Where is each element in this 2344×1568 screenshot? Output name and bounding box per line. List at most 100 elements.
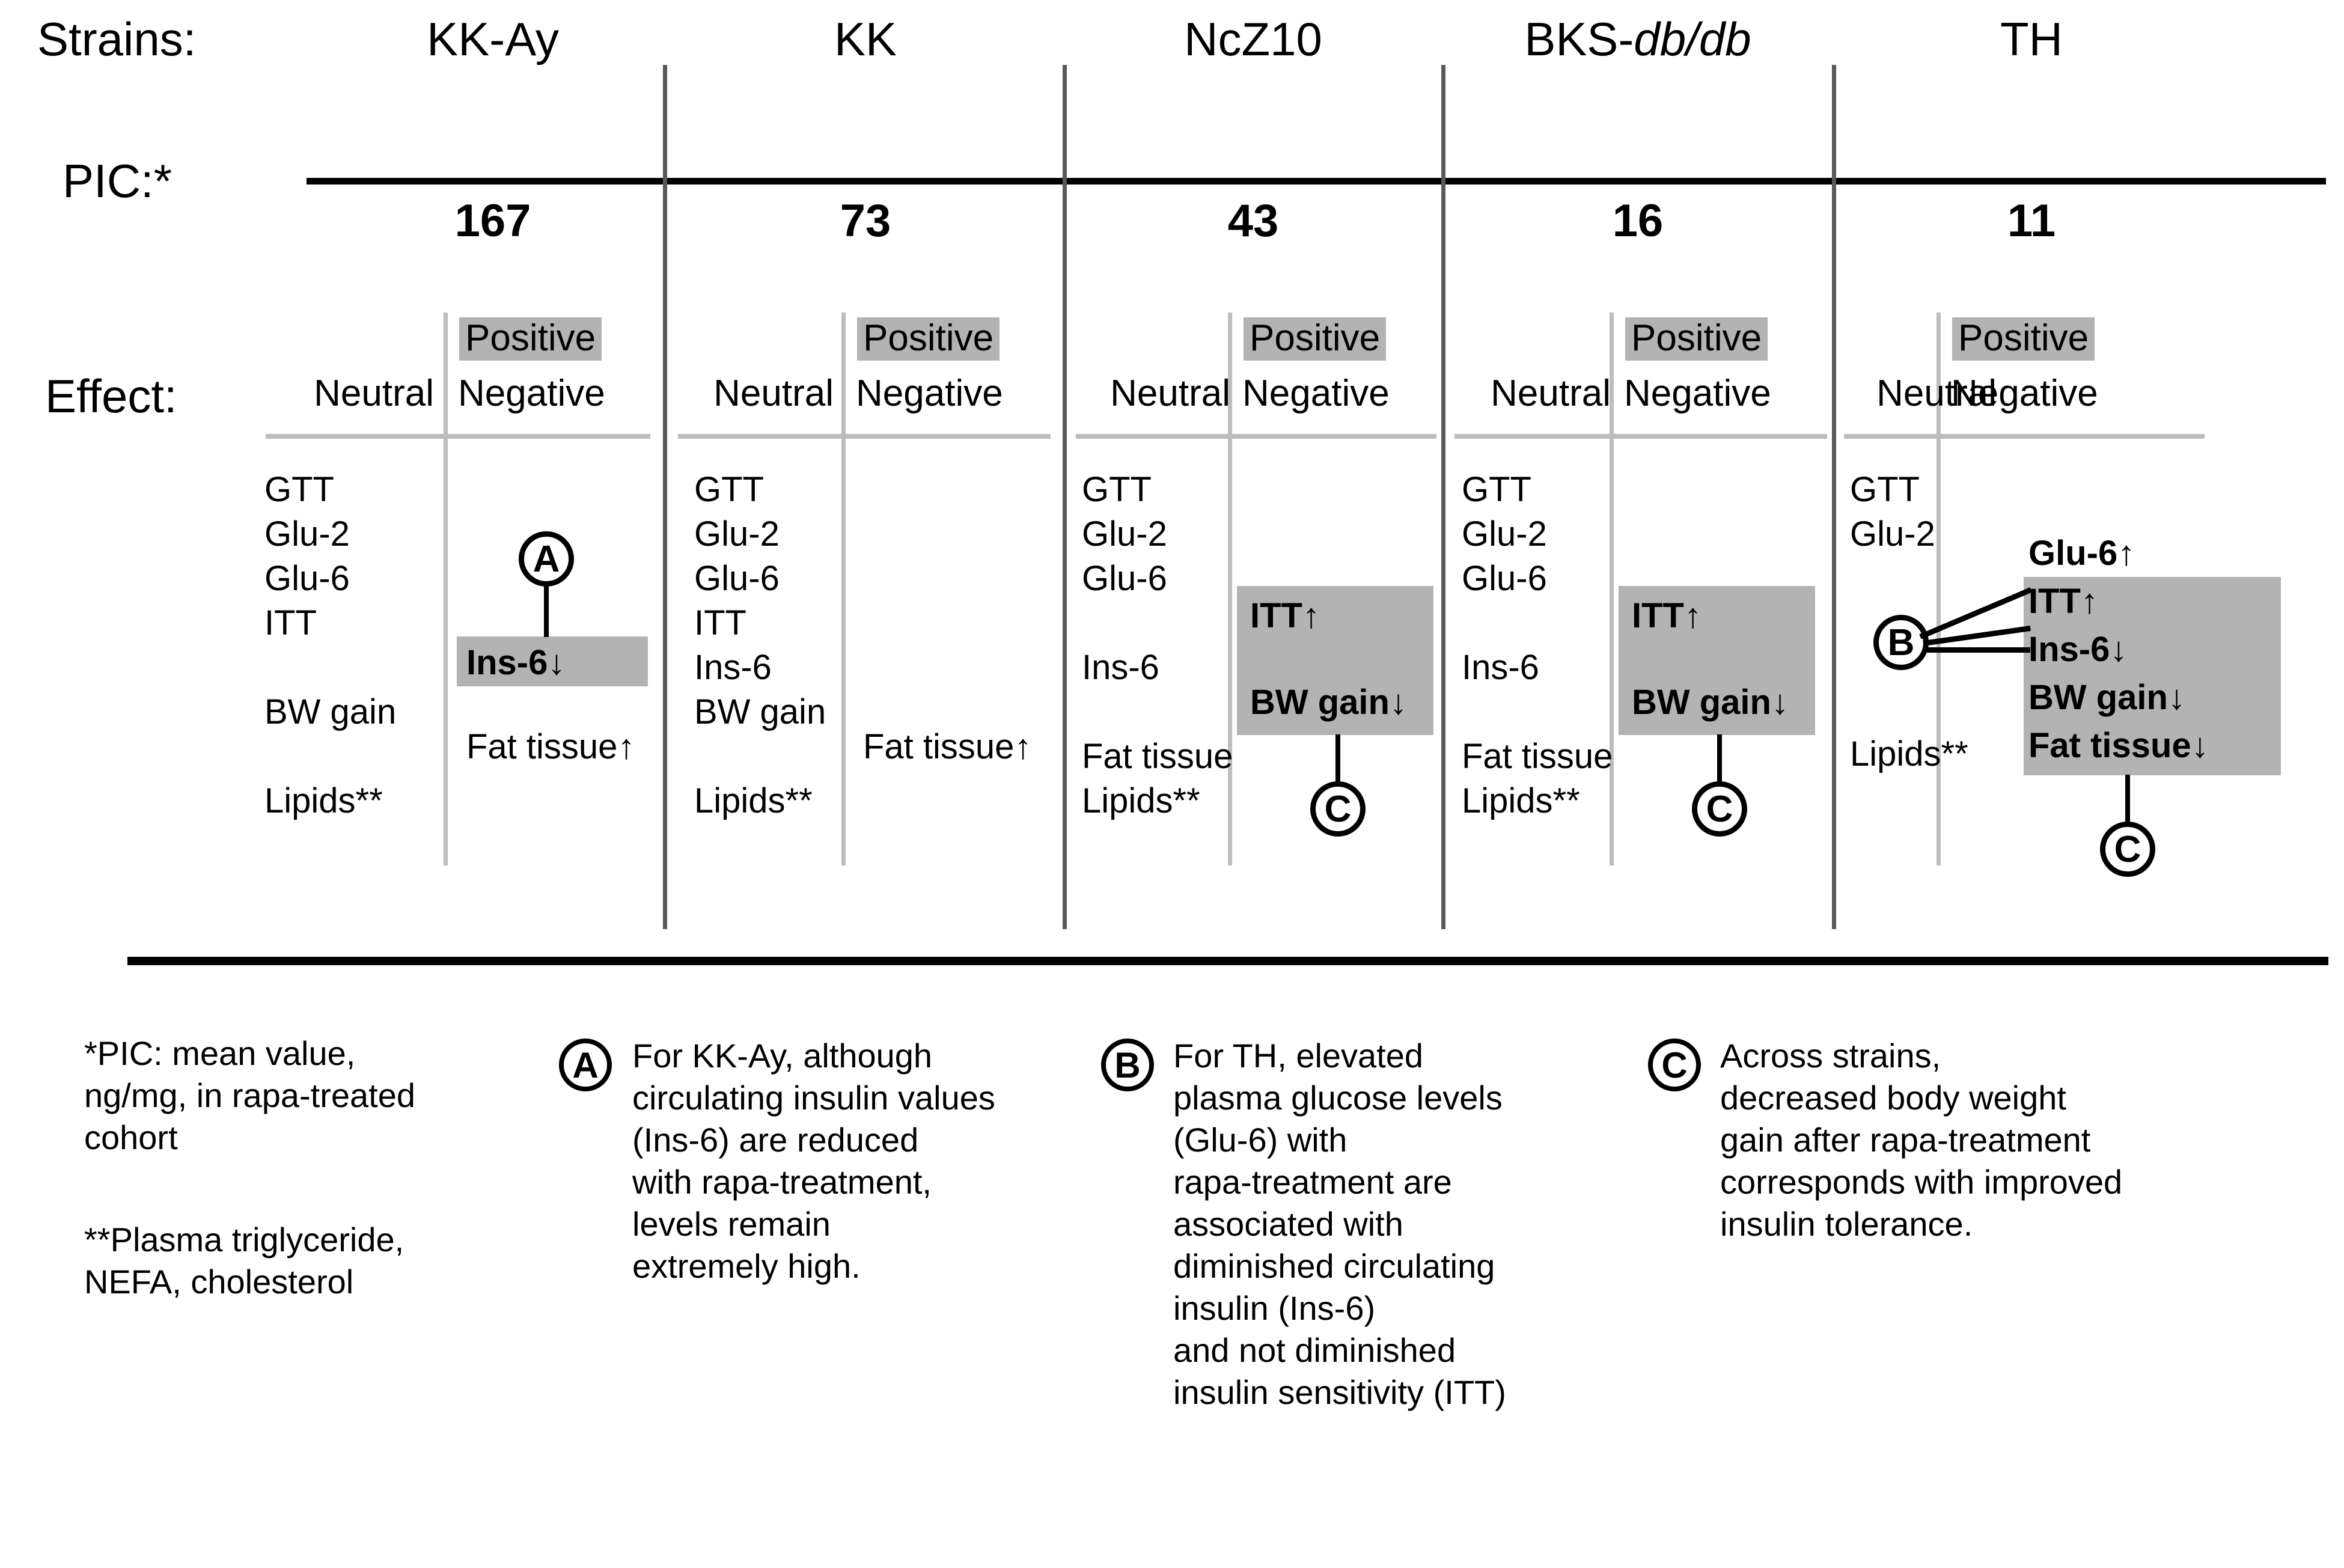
negative-item-label: ITT [1632, 596, 1684, 635]
pic-value-bks-dbdb: 16 [1612, 195, 1664, 246]
column-divider-4 [1832, 65, 1836, 929]
negative-item-fat-kk: Fat tissue↑ [863, 730, 1031, 764]
negative-item-bwgain-th: BW gain↓ [2028, 680, 2185, 715]
neutral-item: Ins-6 [694, 648, 772, 687]
neutral-item: Lipids** [1850, 734, 1968, 773]
neutral-spacer [694, 734, 826, 779]
effect-positive-bks: Positive [1625, 317, 1768, 361]
pic-value-ncz10: 43 [1227, 195, 1279, 246]
neutral-list-th-lipids: Lipids** [1850, 732, 1968, 776]
neutral-item: ITT [694, 603, 746, 642]
effect-positive-label: Positive [857, 317, 1000, 361]
arrow-down-icon: ↓ [548, 643, 566, 682]
subrule-kk-ay [266, 434, 650, 439]
strain-name-kk: KK [673, 16, 1058, 63]
negative-item-label: BW gain [1632, 683, 1771, 722]
neutral-item: Glu-2 [694, 514, 780, 554]
note-c-circle: C [1648, 1039, 1701, 1091]
effect-neutral-kk: Neutral [713, 373, 834, 414]
leader-line-b-ins6 [1927, 647, 2030, 653]
note-a-circle: A [559, 1039, 612, 1091]
arrow-up-icon: ↑ [1014, 727, 1032, 766]
negative-item-bwgain-ncz10: BW gain↓ [1250, 685, 1407, 720]
effect-positive-th: Positive [1952, 317, 2095, 361]
neutral-item: Glu-2 [264, 514, 350, 554]
arrow-down-icon: ↓ [1771, 683, 1789, 722]
negative-item-ins6-th: Ins-6↓ [2028, 632, 2127, 667]
note-c-circle-wrap: C [1648, 1039, 1701, 1091]
effect-negative-kk-ay: Negative [458, 373, 605, 414]
neutral-item: Lipids** [694, 781, 813, 820]
neutral-spacer [1462, 690, 1613, 734]
callout-a-kk-ay: A [519, 531, 574, 587]
effect-positive-kk-ay: Positive [459, 317, 602, 361]
neutral-item: BW gain [694, 692, 826, 731]
effect-positive-label: Positive [1952, 317, 2095, 361]
effect-negative-th: Negative [1951, 373, 2098, 414]
neutral-spacer [1082, 690, 1233, 734]
negative-item-itt-bks: ITT↑ [1632, 599, 1702, 633]
footnote-lipids: **Plasma triglyceride, NEFA, cholesterol [84, 1221, 404, 1301]
strain-name-italic: db/db [1634, 13, 1751, 66]
arrow-down-icon: ↓ [2191, 726, 2209, 765]
effect-negative-ncz10: Negative [1242, 373, 1390, 414]
neutral-item: Lipids** [1462, 781, 1580, 820]
neutral-item: GTT [1082, 470, 1152, 509]
leader-line-a-kk-ay [544, 585, 549, 637]
effect-positive-label: Positive [1244, 317, 1387, 361]
negative-item-label: Fat tissue [466, 727, 618, 766]
callout-b-th: B [1873, 615, 1929, 670]
neutral-spacer [1082, 601, 1233, 645]
footer-rule [127, 957, 2328, 965]
note-a-circle-wrap: A [559, 1039, 612, 1091]
strain-name-text: KK [834, 13, 897, 66]
neutral-list-th: GTT Glu-2 [1850, 468, 1935, 557]
neutral-item: Ins-6 [1462, 648, 1539, 687]
note-c-text: Across strains, decreased body weight ga… [1720, 1037, 2123, 1243]
effect-positive-label: Positive [459, 317, 602, 361]
arrow-up-icon: ↑ [617, 727, 635, 766]
subrule-ncz10 [1076, 434, 1436, 439]
effect-negative-kk: Negative [856, 373, 1003, 414]
neutral-list-ncz10: GTT Glu-2 Glu-6 Ins-6 Fat tissue Lipids*… [1082, 468, 1233, 823]
negative-item-label: Ins-6 [466, 643, 548, 682]
strain-name-bks-dbdb: BKS-db/db [1448, 16, 1827, 63]
negative-item-label: BW gain [1250, 683, 1390, 722]
pic-value-kk-ay: 167 [454, 195, 531, 246]
neutral-list-bks: GTT Glu-2 Glu-6 Ins-6 Fat tissue Lipids*… [1462, 468, 1613, 823]
strain-name-text: KK-Ay [427, 13, 559, 66]
neutral-item: GTT [264, 470, 334, 509]
column-divider-3 [1441, 65, 1445, 929]
strain-name-ncz10: NcZ10 [1070, 16, 1436, 63]
subdivider-kk [841, 313, 846, 865]
negative-item-fat-kk-ay: Fat tissue↑ [466, 730, 635, 764]
subrule-th [1844, 434, 2205, 439]
strains-row-label: Strains: [37, 13, 197, 66]
neutral-spacer [1462, 601, 1613, 645]
negative-item-label: Fat tissue [2028, 726, 2191, 765]
strain-name-kk-ay: KK-Ay [337, 16, 649, 63]
leader-line-c-ncz10 [1335, 734, 1340, 785]
effect-positive-kk: Positive [857, 317, 1000, 361]
neutral-item: BW gain [264, 692, 397, 731]
arrow-up-icon: ↑ [2117, 534, 2135, 573]
effect-neutral-kk-ay: Neutral [314, 373, 434, 414]
figure-root: Strains: PIC:* Effect: KK-Ay KK NcZ10 BK… [0, 0, 2344, 1568]
neutral-item: Glu-6 [1462, 559, 1547, 598]
leader-line-c-th [2125, 775, 2130, 825]
negative-item-label: ITT [1250, 596, 1302, 635]
column-divider-2 [1063, 65, 1067, 929]
subrule-kk [678, 434, 1051, 439]
negative-item-bwgain-bks: BW gain↓ [1632, 685, 1789, 720]
subrule-bks [1454, 434, 1827, 439]
neutral-item: GTT [1462, 470, 1531, 509]
arrow-down-icon: ↓ [2167, 678, 2185, 717]
callout-c-th: C [2100, 822, 2155, 877]
neutral-spacer [264, 645, 396, 690]
neutral-item: GTT [694, 470, 764, 509]
neutral-item: Fat tissue [1082, 737, 1233, 776]
negative-item-itt-th: ITT↑ [2028, 584, 2098, 619]
subdivider-kk-ay [444, 313, 448, 865]
neutral-item: Glu-6 [694, 559, 780, 598]
column-divider-1 [663, 65, 667, 929]
